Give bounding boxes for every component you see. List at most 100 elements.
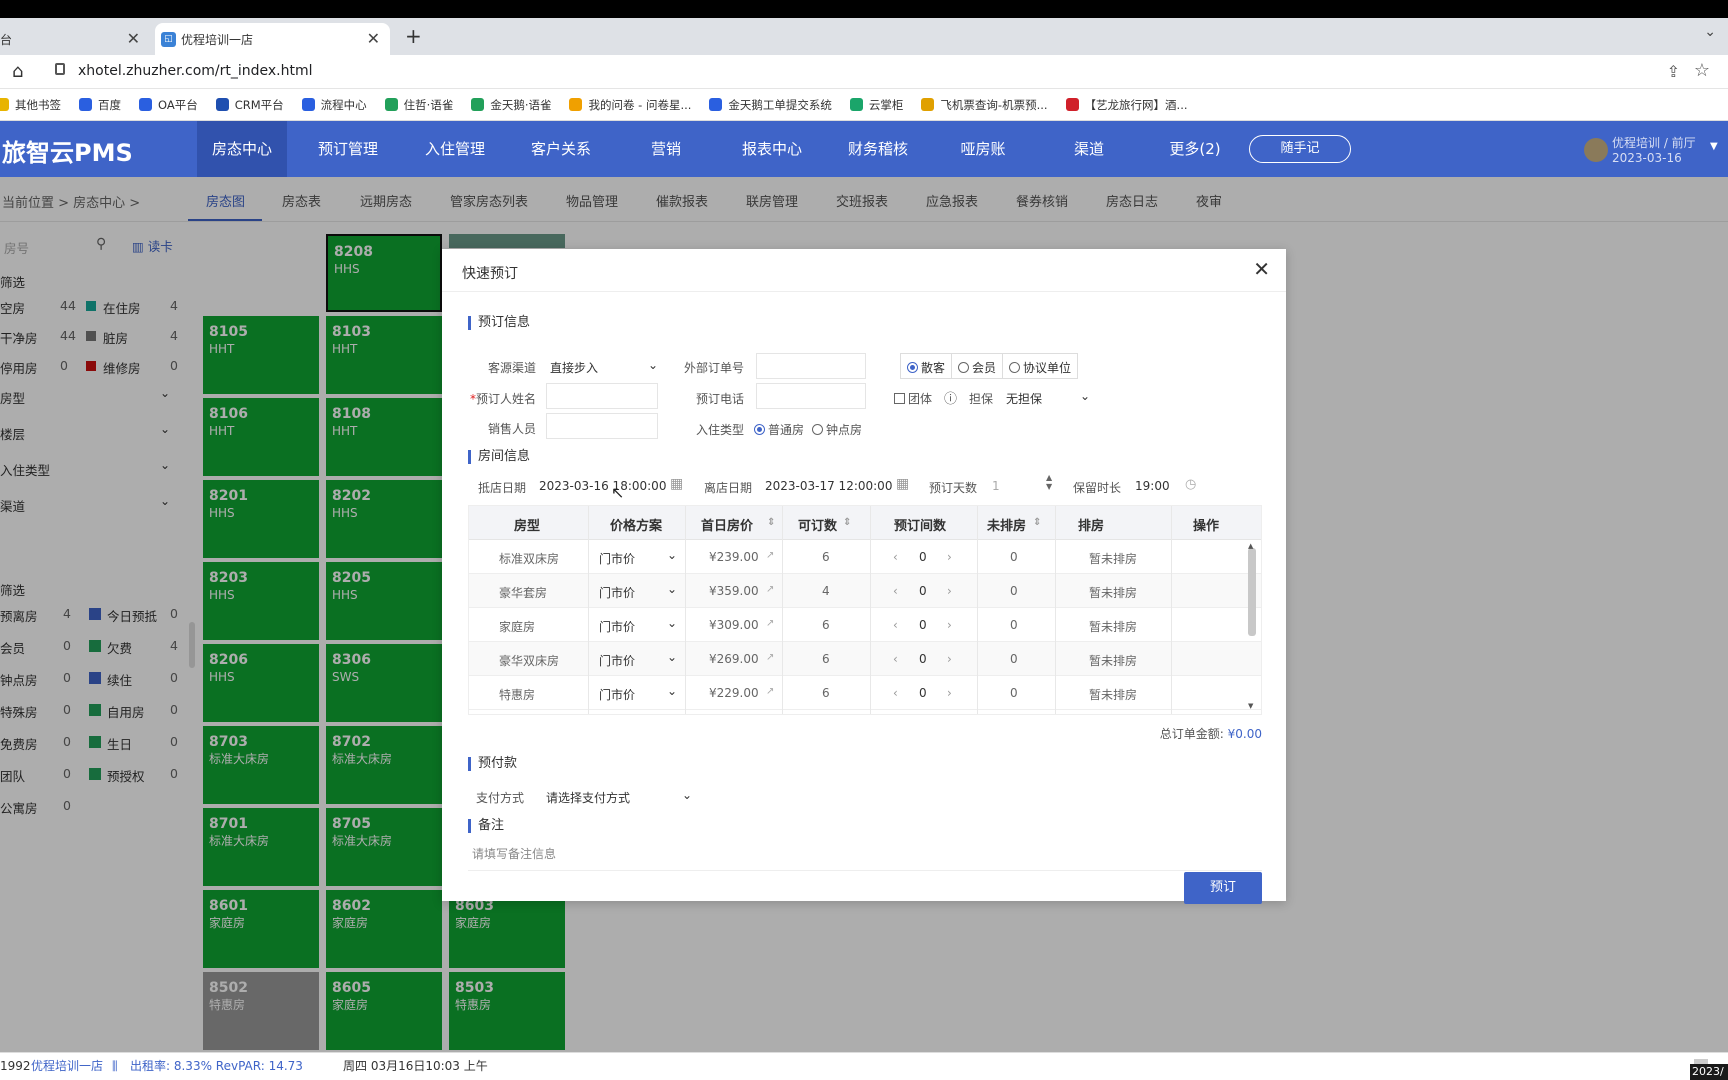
bookmark-item[interactable]: CRM平台 [215,97,284,113]
avatar[interactable] [1584,138,1608,162]
guarantee-select[interactable]: 无担保 ⌄ [1006,389,1090,407]
bookmark-item[interactable]: 我的问卷 - 问卷星... [569,97,691,113]
bookmark-item[interactable]: 飞机票查询-机票预... [921,97,1048,113]
calendar-icon[interactable]: ▦ [896,476,909,492]
bookmark-item[interactable]: 其他书签 [0,97,61,113]
col-divider [588,506,589,714]
edit-icon[interactable]: ↗ [766,584,774,595]
bookmark-item[interactable]: 金天鹅·语雀 [471,97,551,113]
chevron-right-icon[interactable]: › [947,686,952,700]
booking-qty-input[interactable]: 0 [919,584,927,598]
edit-icon[interactable]: ↗ [766,652,774,663]
memo-button[interactable]: 随手记 [1249,135,1351,163]
close-icon[interactable]: ✕ [367,29,380,48]
sort-icon[interactable]: ⇕ [1033,517,1041,528]
remark-input[interactable]: 请填写备注信息 [468,835,1262,871]
price-plan-select[interactable]: 门市价 ⌄ [599,684,677,703]
edit-icon[interactable]: ↗ [766,618,774,629]
radio-agreement-unit[interactable]: 协议单位 [1003,354,1077,378]
booking-qty-input[interactable]: 0 [919,550,927,564]
bookmark-item[interactable]: 百度 [79,97,121,113]
chevron-left-icon[interactable]: ‹ [893,652,898,666]
price-plan-select[interactable]: 门市价 ⌄ [599,616,677,635]
bookmark-item[interactable]: OA平台 [139,97,198,113]
sort-icon[interactable]: ⇕ [843,517,851,528]
bookmark-item[interactable]: 云掌柜 [849,97,903,113]
new-tab-button[interactable]: + [405,24,422,48]
chevron-right-icon[interactable]: › [947,652,952,666]
booker-name-input[interactable] [546,383,658,409]
source-select[interactable]: 直接步入 ⌄ [550,358,658,376]
pay-method-select[interactable]: 请选择支付方式 ⌄ [546,788,692,806]
unassigned-count: 0 [1010,618,1018,632]
nav-item[interactable]: 渠道 [1041,121,1137,177]
chevron-left-icon[interactable]: ‹ [893,686,898,700]
hold-time-input[interactable]: 19:00 [1135,479,1170,493]
booking-qty-input[interactable]: 0 [919,686,927,700]
chevron-right-icon[interactable]: › [947,550,952,564]
days-input[interactable]: 1 [992,479,1000,493]
price-plan-select[interactable]: 门市价 ⌄ [599,650,677,669]
nav-item[interactable]: 更多(2) [1147,121,1243,177]
sales-input[interactable] [546,413,658,439]
bookmark-item[interactable]: 金天鹅工单提交系统 [709,97,832,113]
book-button[interactable]: 预订 [1184,872,1262,904]
price-plan-select[interactable]: 门市价 ⌄ [599,582,677,601]
chevron-left-icon[interactable]: ‹ [893,618,898,632]
chevron-right-icon[interactable]: › [947,584,952,598]
nav-item[interactable]: 房态中心 [197,121,287,177]
days-spinner[interactable]: ▲ ▼ [1046,473,1052,491]
nav-item[interactable]: 财务稽核 [830,121,926,177]
group-checkbox[interactable]: 团体 [894,390,932,407]
bookmark-item[interactable]: 【艺龙旅行网】酒... [1065,97,1188,113]
edit-icon[interactable]: ↗ [766,550,774,561]
info-icon[interactable]: ⓘ [944,388,957,407]
radio-hourly-room[interactable]: 钟点房 [812,421,862,438]
scroll-up-icon[interactable]: ▲ [1248,542,1253,550]
chevron-left-icon[interactable]: ‹ [893,584,898,598]
status-hotel-link[interactable]: 优程培训一店 [31,1053,103,1079]
nav-item[interactable]: 营销 [618,121,714,177]
price-plan-select[interactable]: 门市价 ⌄ [599,548,677,567]
guarantee-value: 无担保 [1006,392,1043,406]
chevron-left-icon[interactable]: ‹ [893,550,898,564]
nav-item[interactable]: 预订管理 [300,121,396,177]
star-icon[interactable]: ☆ [1694,60,1710,81]
share-icon[interactable]: ⇪ [1667,62,1680,81]
col-header: 可订数 [798,519,838,534]
days-label: 预订天数 [929,481,978,495]
radio-normal-room[interactable]: 普通房 [754,421,804,438]
nav-item[interactable]: 报表中心 [724,121,820,177]
sort-icon[interactable]: ⇕ [767,517,775,528]
arrive-date-input[interactable]: 2023-03-16 18:00:00 [539,479,666,493]
bookmark-item[interactable]: 流程中心 [301,97,367,113]
close-icon[interactable]: ✕ [1253,257,1270,281]
scroll-down-icon[interactable]: ▼ [1248,702,1253,710]
browser-tab-active[interactable]: ◱ 优程培训一店 ✕ [155,23,390,55]
phone-input[interactable] [756,383,866,409]
caret-down-icon[interactable]: ▼ [1710,141,1718,152]
depart-date-input[interactable]: 2023-03-17 12:00:00 [765,479,892,493]
lock-icon[interactable] [55,63,65,75]
radio-member[interactable]: 会员 [952,354,1004,378]
table-scrollbar[interactable] [1248,548,1256,636]
calendar-icon[interactable]: ▦ [670,476,683,492]
nav-item[interactable]: 哑房账 [935,121,1031,177]
ext-order-input[interactable] [756,353,866,379]
radio-walkin[interactable]: 散客 [901,354,953,378]
close-icon[interactable]: ✕ [127,29,140,48]
user-info[interactable]: 优程培训 / 前厅 2023-03-16 [1612,136,1696,166]
edit-icon[interactable]: ↗ [766,686,774,697]
nav-item[interactable]: 客户关系 [513,121,609,177]
bookmark-item[interactable]: 住哲·语雀 [384,97,453,113]
booking-qty-input[interactable]: 0 [919,618,927,632]
browser-tab-inactive[interactable]: 台 ✕ [0,23,150,55]
booking-qty-input[interactable]: 0 [919,652,927,666]
url-field[interactable]: xhotel.zhuzher.com/rt_index.html [78,63,313,79]
home-icon[interactable]: ⌂ [12,61,23,82]
nav-item[interactable]: 入住管理 [407,121,503,177]
chevron-down-icon[interactable]: ⌄ [1704,24,1716,40]
chevron-right-icon[interactable]: › [947,618,952,632]
clock-icon[interactable]: ◷ [1185,477,1196,492]
room-type-cell: 豪华套房 [499,586,548,600]
